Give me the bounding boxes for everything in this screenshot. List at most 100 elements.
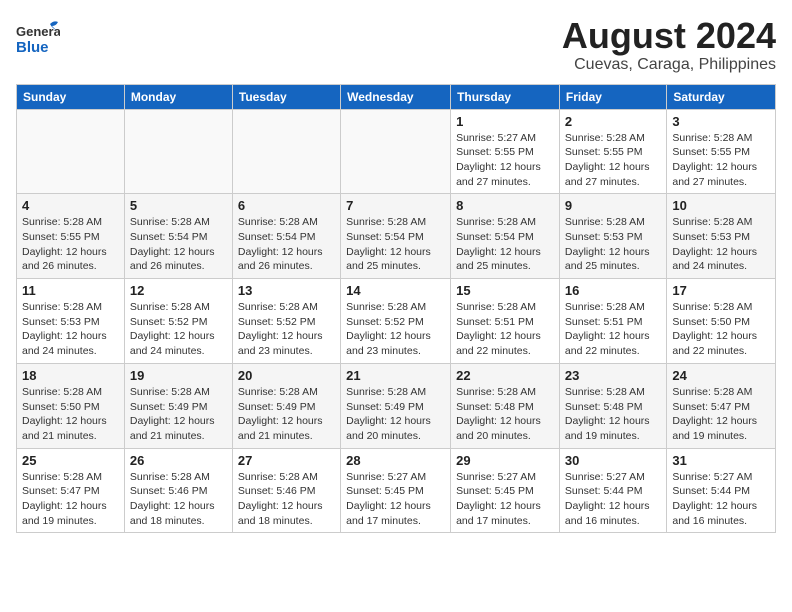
day-number: 14 <box>346 283 445 298</box>
day-number: 13 <box>238 283 335 298</box>
weekday-header-cell: Wednesday <box>341 84 451 109</box>
weekday-header-cell: Friday <box>559 84 666 109</box>
day-info: Sunrise: 5:28 AM Sunset: 5:52 PM Dayligh… <box>130 300 227 359</box>
day-number: 10 <box>672 198 770 213</box>
day-number: 27 <box>238 453 335 468</box>
day-number: 5 <box>130 198 227 213</box>
day-number: 19 <box>130 368 227 383</box>
day-info: Sunrise: 5:27 AM Sunset: 5:44 PM Dayligh… <box>565 470 661 529</box>
day-number: 4 <box>22 198 119 213</box>
day-info: Sunrise: 5:28 AM Sunset: 5:54 PM Dayligh… <box>238 215 335 274</box>
calendar-day-cell: 27 Sunrise: 5:28 AM Sunset: 5:46 PM Dayli… <box>232 448 340 533</box>
calendar-day-cell: 1 Sunrise: 5:27 AM Sunset: 5:55 PM Daylig… <box>451 109 560 194</box>
day-number: 1 <box>456 114 554 129</box>
calendar-day-cell: 13 Sunrise: 5:28 AM Sunset: 5:52 PM Dayli… <box>232 279 340 364</box>
calendar-day-cell: 18 Sunrise: 5:28 AM Sunset: 5:50 PM Dayli… <box>17 363 125 448</box>
calendar-day-cell: 28 Sunrise: 5:27 AM Sunset: 5:45 PM Dayli… <box>341 448 451 533</box>
calendar-week-row: 4 Sunrise: 5:28 AM Sunset: 5:55 PM Daylig… <box>17 194 776 279</box>
calendar-title-block: August 2024 Cuevas, Caraga, Philippines <box>562 16 776 74</box>
calendar-day-cell: 4 Sunrise: 5:28 AM Sunset: 5:55 PM Daylig… <box>17 194 125 279</box>
day-number: 11 <box>22 283 119 298</box>
day-info: Sunrise: 5:28 AM Sunset: 5:50 PM Dayligh… <box>22 385 119 444</box>
day-number: 28 <box>346 453 445 468</box>
calendar-day-cell: 8 Sunrise: 5:28 AM Sunset: 5:54 PM Daylig… <box>451 194 560 279</box>
day-info: Sunrise: 5:28 AM Sunset: 5:51 PM Dayligh… <box>456 300 554 359</box>
day-info: Sunrise: 5:28 AM Sunset: 5:47 PM Dayligh… <box>22 470 119 529</box>
day-info: Sunrise: 5:28 AM Sunset: 5:54 PM Dayligh… <box>456 215 554 274</box>
day-info: Sunrise: 5:28 AM Sunset: 5:55 PM Dayligh… <box>22 215 119 274</box>
calendar-title: August 2024 <box>562 16 776 56</box>
calendar-day-cell: 17Sunrise: 5:28 AM Sunset: 5:50 PM Dayli… <box>667 279 776 364</box>
day-info: Sunrise: 5:28 AM Sunset: 5:55 PM Dayligh… <box>565 131 661 190</box>
day-number: 8 <box>456 198 554 213</box>
calendar-day-cell: 5 Sunrise: 5:28 AM Sunset: 5:54 PM Daylig… <box>124 194 232 279</box>
day-number: 21 <box>346 368 445 383</box>
calendar-day-cell: 10 Sunrise: 5:28 AM Sunset: 5:53 PM Dayli… <box>667 194 776 279</box>
calendar-day-cell: 11Sunrise: 5:28 AM Sunset: 5:53 PM Dayli… <box>17 279 125 364</box>
calendar-day-cell: 16Sunrise: 5:28 AM Sunset: 5:51 PM Dayli… <box>559 279 666 364</box>
calendar-day-cell: 12 Sunrise: 5:28 AM Sunset: 5:52 PM Dayli… <box>124 279 232 364</box>
calendar-week-row: 25Sunrise: 5:28 AM Sunset: 5:47 PM Dayli… <box>17 448 776 533</box>
calendar-day-cell: 7Sunrise: 5:28 AM Sunset: 5:54 PM Daylig… <box>341 194 451 279</box>
calendar-day-cell: 20Sunrise: 5:28 AM Sunset: 5:49 PM Dayli… <box>232 363 340 448</box>
day-info: Sunrise: 5:28 AM Sunset: 5:53 PM Dayligh… <box>672 215 770 274</box>
calendar-day-cell: 29 Sunrise: 5:27 AM Sunset: 5:45 PM Dayli… <box>451 448 560 533</box>
day-number: 30 <box>565 453 661 468</box>
day-info: Sunrise: 5:28 AM Sunset: 5:50 PM Dayligh… <box>672 300 770 359</box>
day-number: 18 <box>22 368 119 383</box>
day-number: 23 <box>565 368 661 383</box>
calendar-day-cell: 15 Sunrise: 5:28 AM Sunset: 5:51 PM Dayli… <box>451 279 560 364</box>
calendar-day-cell <box>232 109 340 194</box>
day-number: 3 <box>672 114 770 129</box>
calendar-day-cell <box>341 109 451 194</box>
weekday-header-cell: Thursday <box>451 84 560 109</box>
day-info: Sunrise: 5:28 AM Sunset: 5:52 PM Dayligh… <box>238 300 335 359</box>
calendar-day-cell: 3 Sunrise: 5:28 AM Sunset: 5:55 PM Daylig… <box>667 109 776 194</box>
calendar-day-cell <box>124 109 232 194</box>
calendar-day-cell: 2 Sunrise: 5:28 AM Sunset: 5:55 PM Daylig… <box>559 109 666 194</box>
day-number: 2 <box>565 114 661 129</box>
day-info: Sunrise: 5:28 AM Sunset: 5:48 PM Dayligh… <box>565 385 661 444</box>
day-info: Sunrise: 5:28 AM Sunset: 5:46 PM Dayligh… <box>238 470 335 529</box>
day-info: Sunrise: 5:28 AM Sunset: 5:53 PM Dayligh… <box>565 215 661 274</box>
page-header: General Blue August 2024 Cuevas, Caraga,… <box>16 16 776 74</box>
calendar-day-cell: 14 Sunrise: 5:28 AM Sunset: 5:52 PM Dayli… <box>341 279 451 364</box>
day-number: 29 <box>456 453 554 468</box>
day-info: Sunrise: 5:28 AM Sunset: 5:51 PM Dayligh… <box>565 300 661 359</box>
calendar-week-row: 11Sunrise: 5:28 AM Sunset: 5:53 PM Dayli… <box>17 279 776 364</box>
day-info: Sunrise: 5:28 AM Sunset: 5:46 PM Dayligh… <box>130 470 227 529</box>
day-info: Sunrise: 5:28 AM Sunset: 5:49 PM Dayligh… <box>346 385 445 444</box>
day-number: 15 <box>456 283 554 298</box>
logo: General Blue <box>16 16 60 60</box>
weekday-header-cell: Monday <box>124 84 232 109</box>
calendar-week-row: 1 Sunrise: 5:27 AM Sunset: 5:55 PM Daylig… <box>17 109 776 194</box>
calendar-body: 1 Sunrise: 5:27 AM Sunset: 5:55 PM Daylig… <box>17 109 776 533</box>
day-number: 24 <box>672 368 770 383</box>
calendar-day-cell: 21 Sunrise: 5:28 AM Sunset: 5:49 PM Dayli… <box>341 363 451 448</box>
day-info: Sunrise: 5:28 AM Sunset: 5:54 PM Dayligh… <box>130 215 227 274</box>
calendar-subtitle: Cuevas, Caraga, Philippines <box>562 56 776 74</box>
day-number: 9 <box>565 198 661 213</box>
day-info: Sunrise: 5:27 AM Sunset: 5:44 PM Dayligh… <box>672 470 770 529</box>
weekday-header-cell: Tuesday <box>232 84 340 109</box>
day-info: Sunrise: 5:27 AM Sunset: 5:45 PM Dayligh… <box>456 470 554 529</box>
day-info: Sunrise: 5:28 AM Sunset: 5:55 PM Dayligh… <box>672 131 770 190</box>
calendar-day-cell: 6 Sunrise: 5:28 AM Sunset: 5:54 PM Daylig… <box>232 194 340 279</box>
day-info: Sunrise: 5:27 AM Sunset: 5:45 PM Dayligh… <box>346 470 445 529</box>
day-number: 31 <box>672 453 770 468</box>
calendar-day-cell: 23 Sunrise: 5:28 AM Sunset: 5:48 PM Dayli… <box>559 363 666 448</box>
day-info: Sunrise: 5:28 AM Sunset: 5:47 PM Dayligh… <box>672 385 770 444</box>
day-number: 12 <box>130 283 227 298</box>
day-info: Sunrise: 5:28 AM Sunset: 5:54 PM Dayligh… <box>346 215 445 274</box>
day-info: Sunrise: 5:28 AM Sunset: 5:52 PM Dayligh… <box>346 300 445 359</box>
day-info: Sunrise: 5:27 AM Sunset: 5:55 PM Dayligh… <box>456 131 554 190</box>
weekday-header-cell: Saturday <box>667 84 776 109</box>
day-number: 26 <box>130 453 227 468</box>
day-number: 22 <box>456 368 554 383</box>
day-number: 6 <box>238 198 335 213</box>
day-number: 20 <box>238 368 335 383</box>
calendar-day-cell <box>17 109 125 194</box>
svg-text:General: General <box>16 24 60 39</box>
calendar-day-cell: 22Sunrise: 5:28 AM Sunset: 5:48 PM Dayli… <box>451 363 560 448</box>
weekday-header-cell: Sunday <box>17 84 125 109</box>
